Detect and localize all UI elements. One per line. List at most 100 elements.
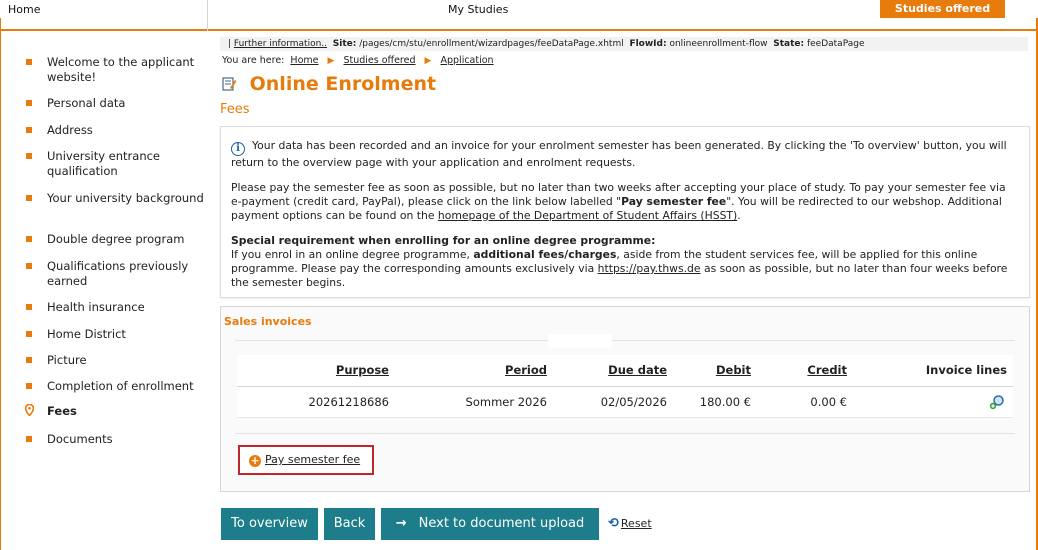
- sidebar-item-label: Address: [47, 123, 93, 137]
- header-label: Due date: [608, 363, 667, 378]
- magnify-plus-icon[interactable]: [989, 394, 1005, 410]
- sidebar-item-label: University entrance qualification: [47, 149, 161, 178]
- info-icon: i: [231, 142, 245, 156]
- bullet-icon: [26, 59, 32, 65]
- sidebar-item-home-district[interactable]: Home District: [26, 327, 204, 342]
- header-label: Period: [505, 363, 547, 378]
- section-title: Fees: [220, 102, 250, 117]
- breadcrumb-prefix: You are here:: [222, 55, 285, 66]
- message-paragraph-2: Please pay the semester fee as soon as p…: [231, 181, 1019, 223]
- bullet-icon: [26, 436, 32, 442]
- breadcrumb-application[interactable]: Application: [441, 55, 494, 66]
- column-header-due-date[interactable]: Due date: [553, 355, 673, 387]
- sidebar-item-label: Completion of enrollment: [47, 379, 194, 393]
- reset-button[interactable]: ⟲ Reset: [608, 516, 652, 531]
- site-label: Site:: [332, 39, 357, 49]
- message-text: Your data has been recorded and an invoi…: [231, 139, 1007, 169]
- flowid-value: onlineenrollment-flow: [669, 39, 768, 49]
- bullet-icon: [26, 263, 32, 269]
- sidebar-item-health-insurance[interactable]: Health insurance: [26, 300, 204, 315]
- bullet-icon: [26, 195, 32, 201]
- cell-period: Sommer 2026: [395, 386, 553, 418]
- home-tab[interactable]: Home: [8, 3, 40, 16]
- sidebar-item-label: Personal data: [47, 96, 126, 110]
- sidebar-item-label: Double degree program: [47, 232, 185, 246]
- pay-semester-fee-button[interactable]: + Pay semester fee: [238, 445, 374, 475]
- column-header-purpose[interactable]: Purpose: [237, 355, 395, 387]
- sidebar-item-address[interactable]: Address: [26, 123, 204, 138]
- edit-form-icon: [222, 74, 237, 91]
- back-button[interactable]: Back: [324, 508, 375, 540]
- sidebar-item-fees[interactable]: Fees: [24, 403, 204, 419]
- site-value: /pages/cm/stu/enrollment/wizardpages/fee…: [359, 39, 624, 49]
- sidebar-item-completion[interactable]: Completion of enrollment: [26, 379, 204, 394]
- breadcrumb-studies-offered[interactable]: Studies offered: [343, 55, 415, 66]
- sidebar-item-welcome[interactable]: Welcome to the applicant website!: [26, 55, 204, 85]
- sidebar-item-personal-data[interactable]: Personal data: [26, 96, 204, 111]
- cell-purpose: 20261218686: [237, 386, 395, 418]
- sidebar-item-university-background[interactable]: Your university background: [26, 191, 204, 206]
- tab-gap: [548, 334, 612, 348]
- bullet-icon: [26, 127, 32, 133]
- cell-debit: 180.00 €: [673, 386, 757, 418]
- hsst-homepage-link[interactable]: homepage of the Department of Student Af…: [438, 209, 737, 222]
- bullet-icon: [26, 153, 32, 159]
- chevron-right-icon: ▶: [424, 56, 432, 66]
- breadcrumb: You are here: Home ▶ Studies offered ▶ A…: [222, 55, 494, 66]
- header-label: Debit: [715, 363, 751, 378]
- sidebar-item-documents[interactable]: Documents: [26, 432, 204, 447]
- page-title: Online Enrolment: [222, 73, 436, 95]
- column-header-period[interactable]: Period: [395, 355, 553, 387]
- header-label: Invoice lines: [925, 363, 1007, 377]
- message-text: If you enrol in an online degree program…: [231, 248, 474, 261]
- next-to-document-upload-button[interactable]: → Next to document upload: [381, 508, 599, 540]
- message-paragraph-1: i Your data has been recorded and an invo…: [231, 139, 1019, 170]
- reset-label: Reset: [620, 517, 652, 530]
- sidebar-item-label: Documents: [47, 432, 113, 446]
- pay-semester-fee-label: Pay semester fee: [265, 453, 361, 466]
- sidebar-item-qualifications[interactable]: Qualifications previously earned: [26, 259, 204, 289]
- location-pin-icon: [24, 403, 35, 419]
- sidebar-item-label: Qualifications previously earned: [47, 259, 189, 288]
- sidebar-item-double-degree[interactable]: Double degree program: [26, 232, 204, 247]
- reset-icon: ⟲: [608, 516, 619, 531]
- to-overview-button[interactable]: To overview: [221, 508, 318, 540]
- column-header-invoice-lines: Invoice lines: [853, 355, 1013, 387]
- page-title-text: Online Enrolment: [249, 73, 437, 95]
- table-header-row: Purpose Period Due date Debit Credit Inv…: [237, 355, 1013, 387]
- top-bar: Home My Studies Studies offered: [0, 0, 1038, 31]
- plus-circle-icon: +: [249, 454, 261, 467]
- additional-fees-emphasis: additional fees/charges: [473, 248, 617, 261]
- sidebar-item-label: Fees: [47, 404, 77, 418]
- pay-thws-link[interactable]: https://pay.thws.de: [598, 262, 701, 275]
- bullet-icon: [26, 304, 32, 310]
- bullet-icon: [26, 357, 32, 363]
- state-value: feeDataPage: [806, 39, 865, 49]
- header-label: Credit: [807, 363, 847, 378]
- pay-semester-fee-emphasis: Pay semester fee: [621, 195, 727, 208]
- column-header-debit[interactable]: Debit: [673, 355, 757, 387]
- top-bar-divider: [207, 0, 208, 31]
- my-studies-tab[interactable]: My Studies: [448, 3, 508, 16]
- breadcrumb-home[interactable]: Home: [290, 55, 318, 66]
- bullet-icon: [26, 236, 32, 242]
- chevron-right-icon: ▶: [327, 56, 335, 66]
- cell-invoice-lines: [853, 386, 1013, 418]
- column-header-credit[interactable]: Credit: [757, 355, 853, 387]
- cell-due-date: 02/05/2026: [553, 386, 673, 418]
- divider: [235, 340, 1015, 341]
- arrow-right-icon: →: [395, 516, 407, 531]
- state-label: State:: [773, 39, 805, 49]
- sidebar-item-label: Home District: [47, 327, 126, 341]
- flowid-label: FlowId:: [629, 39, 667, 49]
- studies-offered-tab[interactable]: Studies offered: [880, 0, 1005, 18]
- sidebar-item-picture[interactable]: Picture: [26, 353, 204, 368]
- further-information-link[interactable]: Further information..: [234, 39, 327, 49]
- header-label: Purpose: [335, 363, 389, 378]
- sidebar-nav: Welcome to the applicant website! Person…: [0, 32, 208, 550]
- special-requirement-heading: Special requirement when enrolling for a…: [231, 234, 656, 247]
- cell-credit: 0.00 €: [757, 386, 853, 418]
- bullet-icon: [26, 331, 32, 337]
- sidebar-item-entrance-qualification[interactable]: University entrance qualification: [26, 149, 204, 179]
- message-text: .: [737, 209, 741, 222]
